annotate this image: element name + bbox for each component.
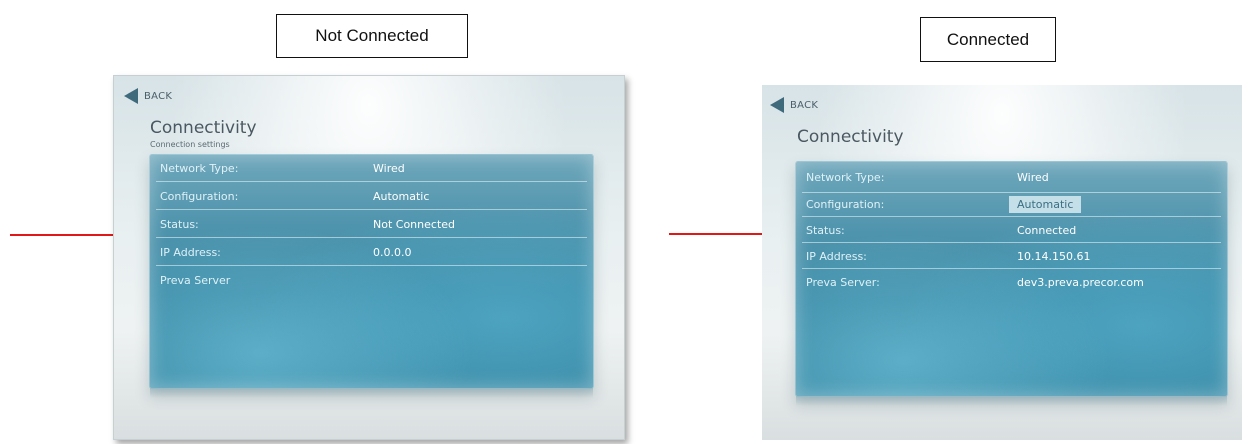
back-arrow-icon xyxy=(770,97,784,113)
back-button[interactable]: BACK xyxy=(770,97,818,113)
row-label: IP Address: xyxy=(806,249,867,263)
row-ip-address[interactable]: IP Address: 10.14.150.61 xyxy=(802,244,1221,269)
row-status[interactable]: Status: Connected xyxy=(802,218,1221,243)
row-status[interactable]: Status: Not Connected xyxy=(156,211,587,238)
row-value: 10.14.150.61 xyxy=(1017,249,1091,263)
caption-label: Connected xyxy=(946,29,1030,49)
configuration-dropdown[interactable]: Automatic xyxy=(1009,196,1082,213)
back-arrow-icon xyxy=(124,88,138,104)
caption-not-connected: Not Connected xyxy=(276,14,468,58)
row-ip-address[interactable]: IP Address: 0.0.0.0 xyxy=(156,239,587,266)
row-label: Network Type: xyxy=(160,161,239,175)
connectivity-panel: Network Type: Wired Configuration: Autom… xyxy=(795,161,1228,406)
caption-label: Not Connected xyxy=(315,26,429,45)
row-value: Wired xyxy=(373,161,405,175)
back-button[interactable]: BACK xyxy=(124,88,172,104)
left-device-screen: BACK Connectivity Connection settings Ne… xyxy=(113,75,625,440)
row-network-type[interactable]: Network Type: Wired xyxy=(802,162,1221,193)
row-value: Wired xyxy=(1017,170,1049,184)
row-configuration[interactable]: Configuration: Automatic xyxy=(156,183,587,210)
row-label: Preva Server: xyxy=(806,275,880,289)
caption-connected: Connected xyxy=(920,17,1056,62)
row-value: Not Connected xyxy=(373,217,456,231)
row-configuration[interactable]: Configuration: Automatic xyxy=(802,192,1221,217)
back-label: BACK xyxy=(790,99,819,111)
page-title: Connectivity xyxy=(150,118,257,138)
row-value: Connected xyxy=(1017,223,1077,237)
row-preva-server[interactable]: Preva Server xyxy=(156,267,587,293)
row-preva-server[interactable]: Preva Server: dev3.preva.precor.com xyxy=(802,270,1221,294)
right-device-screen: BACK Connectivity Network Type: Wired Co… xyxy=(762,85,1242,440)
row-label: Status: xyxy=(806,223,845,237)
row-label: IP Address: xyxy=(160,245,221,259)
row-label: Preva Server xyxy=(160,273,231,287)
row-label: Network Type: xyxy=(806,170,885,184)
row-value: 0.0.0.0 xyxy=(373,245,412,259)
page-title: Connectivity xyxy=(797,127,904,147)
row-label: Status: xyxy=(160,217,199,231)
row-value: Automatic xyxy=(373,189,430,203)
back-label: BACK xyxy=(144,90,173,102)
row-label: Configuration: xyxy=(806,197,885,211)
connectivity-panel: Network Type: Wired Configuration: Autom… xyxy=(149,154,594,398)
row-value: dev3.preva.precor.com xyxy=(1017,275,1144,289)
row-label: Configuration: xyxy=(160,189,239,203)
page-subtitle: Connection settings xyxy=(150,140,230,149)
row-network-type[interactable]: Network Type: Wired xyxy=(156,155,587,182)
